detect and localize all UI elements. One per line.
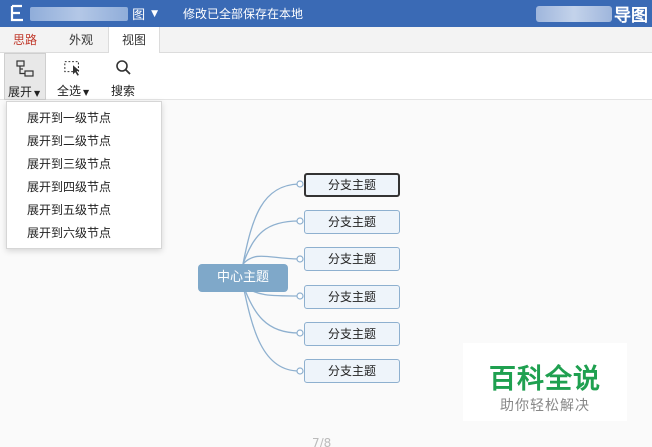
mindmap-app-icon[interactable] [8,3,28,23]
select-all-icon [64,61,80,76]
central-topic[interactable]: 中心主题 [198,264,288,292]
expand-level-1-item[interactable]: 展开到一级节点 [7,107,161,130]
branch-topic[interactable]: 分支主题 [304,210,400,234]
brand-logo: 导图 [536,0,652,27]
expand-label: 展开 ▼ [8,85,41,99]
watermark-subtitle: 助你轻松解决 [500,398,590,414]
search-icon [116,60,131,75]
menu-bar: 思路 外观 视图 [0,27,652,54]
watermark: 百科全说 助你轻松解决 [463,343,627,421]
redacted-brand [536,5,612,22]
expand-tree-icon [16,60,34,77]
branch-topic[interactable]: 分支主题 [304,285,400,309]
branch-topic[interactable]: 分支主题 [304,173,400,197]
expand-level-2-item[interactable]: 展开到二级节点 [7,130,161,153]
select-all-button[interactable]: 全选 ▼ [52,53,100,100]
caret-down-icon: ▼ [34,89,41,98]
watermark-title: 百科全说 [489,364,601,395]
tab-waiguan[interactable]: 外观 [56,27,106,53]
tab-shitu[interactable]: 视图 [108,27,160,54]
expand-level-5-item[interactable]: 展开到五级节点 [7,199,161,222]
document-title-menu[interactable]: 图 ▼ [30,4,158,23]
select-all-label: 全选 ▼ [57,84,90,98]
caret-down-icon: ▼ [83,88,90,97]
toolbar: 展开 ▼ 全选 ▼ 搜索 [0,53,652,100]
page-indicator: 7/8 [312,436,332,447]
branch-topic[interactable]: 分支主题 [304,359,400,383]
expand-level-3-item[interactable]: 展开到三级节点 [7,153,161,176]
expand-level-6-item[interactable]: 展开到六级节点 [7,222,161,245]
redacted-title [30,6,129,21]
expand-level-4-item[interactable]: 展开到四级节点 [7,176,161,199]
title-bar: 图 ▼ 修改已全部保存在本地 导图 [0,0,652,27]
brand-text: 导图 [614,6,648,26]
caret-down-icon: ▼ [151,8,158,19]
search-button[interactable]: 搜索 [108,53,140,100]
branch-topic[interactable]: 分支主题 [304,247,400,271]
expand-button[interactable]: 展开 ▼ [4,53,46,100]
tab-silu[interactable]: 思路 [0,27,50,53]
search-label: 搜索 [111,84,136,98]
expand-level-dropdown: 展开到一级节点 展开到二级节点 展开到三级节点 展开到四级节点 展开到五级节点 … [6,101,162,249]
save-status: 修改已全部保存在本地 [183,7,304,21]
document-title: 图 [132,8,146,23]
branch-topic[interactable]: 分支主题 [304,322,400,346]
